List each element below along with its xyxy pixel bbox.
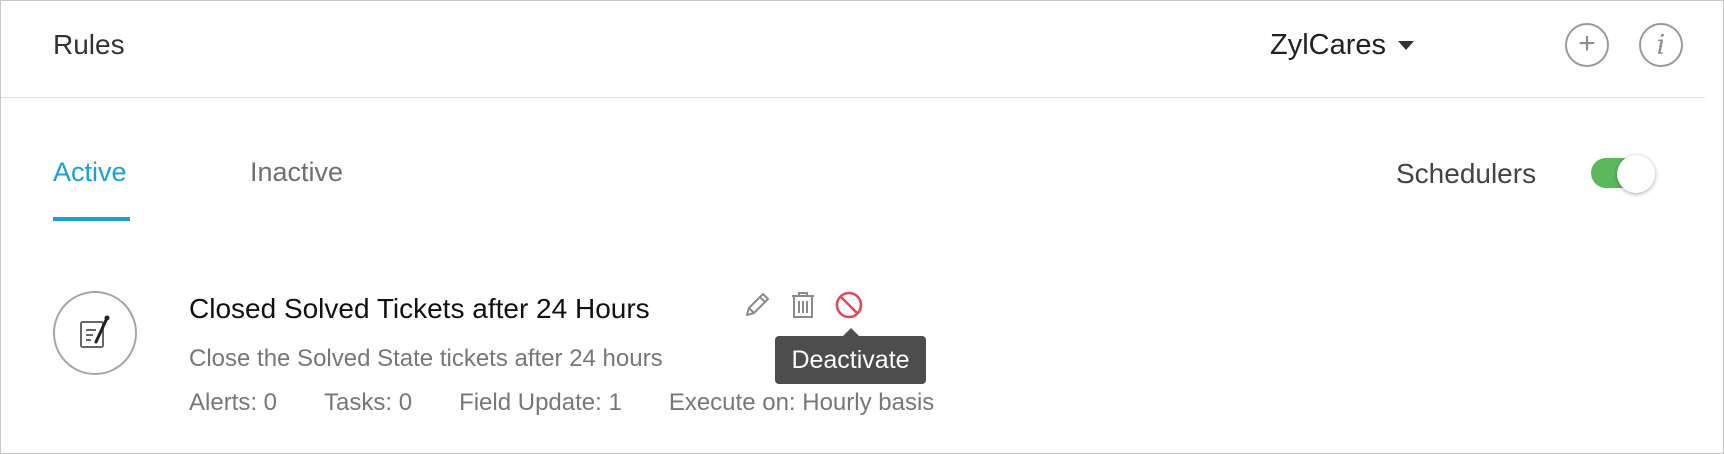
tab-inactive[interactable]: Inactive [250, 157, 343, 188]
info-button[interactable]: i [1639, 23, 1683, 67]
toggle-knob [1617, 155, 1655, 193]
rules-panel: Rules ZylCares + i Active Inactive Sched… [0, 0, 1724, 454]
deactivate-tooltip: Deactivate [775, 328, 926, 384]
rule-title[interactable]: Closed Solved Tickets after 24 Hours [189, 293, 650, 325]
alerts-count: Alerts: 0 [189, 389, 278, 416]
header-bar: Rules ZylCares + i [1, 1, 1705, 98]
ban-icon [835, 291, 863, 319]
info-icon: i [1656, 29, 1666, 61]
add-rule-button[interactable]: + [1565, 23, 1609, 67]
schedulers-toggle[interactable] [1591, 155, 1655, 193]
page-title: Rules [53, 29, 125, 60]
rule-description: Close the Solved State tickets after 24 … [189, 345, 663, 372]
plus-icon: + [1578, 27, 1596, 60]
deactivate-rule-button[interactable] [833, 289, 865, 321]
tab-active[interactable]: Active [53, 157, 127, 188]
execute-on: Execute on: Hourly basis [668, 389, 935, 416]
delete-rule-button[interactable] [787, 289, 819, 321]
rule-icon-avatar [53, 291, 137, 375]
edit-rule-button[interactable] [741, 289, 773, 321]
org-selector[interactable]: ZylCares [1270, 29, 1415, 62]
trash-icon [792, 292, 814, 318]
org-name: ZylCares [1270, 29, 1387, 61]
field-update-count: Field Update: 1 [459, 389, 622, 416]
schedulers-label: Schedulers [1396, 158, 1537, 189]
pencil-icon [746, 293, 769, 316]
chevron-down-icon [1398, 41, 1415, 50]
active-tab-indicator [53, 217, 130, 221]
rule-actions [741, 289, 865, 321]
rule-meta: Alerts: 0 Tasks: 0 Field Update: 1 Execu… [189, 389, 981, 417]
tasks-count: Tasks: 0 [324, 389, 413, 416]
rule-document-pen-icon [80, 315, 110, 348]
